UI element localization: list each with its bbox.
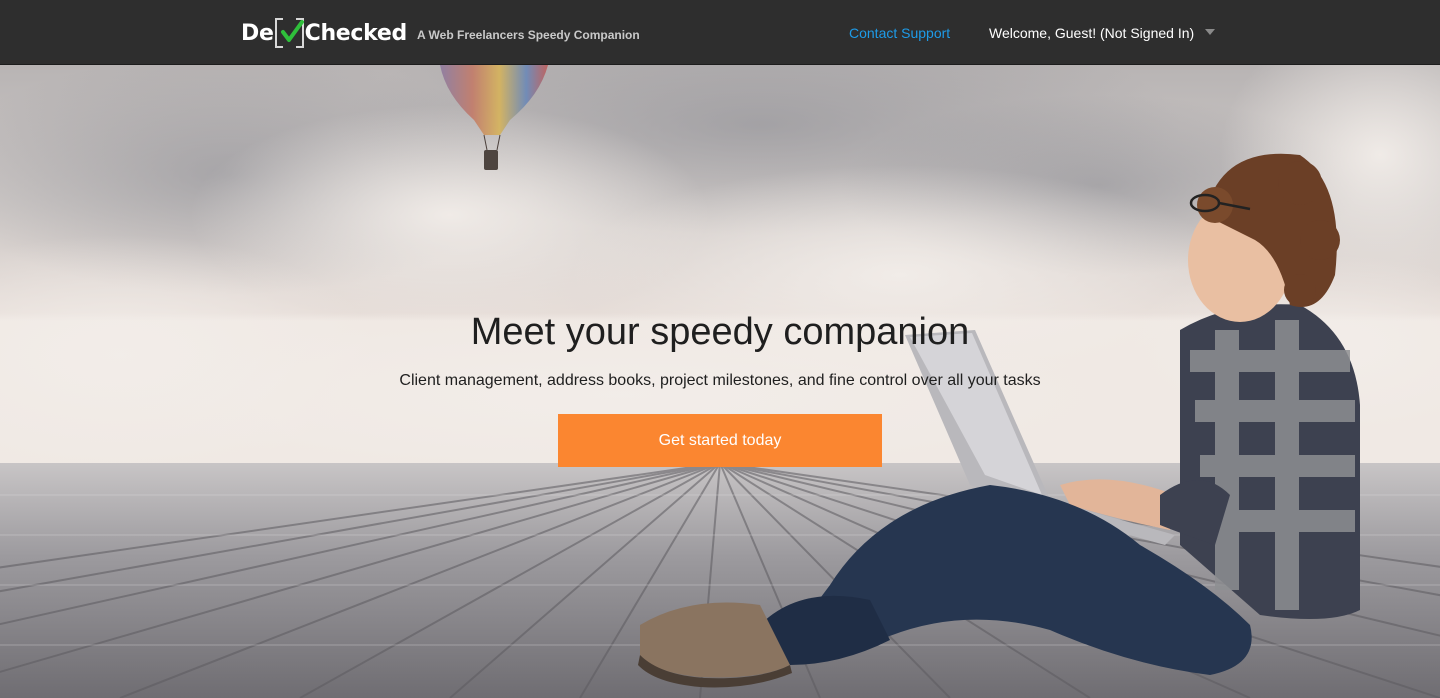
- contact-support-link[interactable]: Contact Support: [849, 0, 950, 65]
- checkmark-icon: [280, 20, 304, 42]
- user-menu-label: Welcome, Guest! (Not Signed In): [989, 24, 1195, 41]
- logo: De Checked: [241, 17, 407, 49]
- hero-title: Meet your speedy companion: [470, 311, 970, 353]
- user-menu-dropdown[interactable]: Welcome, Guest! (Not Signed In): [989, 0, 1216, 65]
- get-started-button[interactable]: Get started today: [558, 414, 882, 467]
- top-navbar: De Checked A Web Freelancers Speedy Comp…: [0, 0, 1440, 65]
- brand-logo-link[interactable]: De Checked A Web Freelancers Speedy Comp…: [241, 17, 640, 49]
- caret-down-icon: [1205, 28, 1216, 35]
- brand-tagline: A Web Freelancers Speedy Companion: [416, 28, 640, 42]
- logo-text-left: De: [241, 20, 274, 46]
- hero-section: Meet your speedy companion Client manage…: [0, 65, 1440, 698]
- hero-subtitle: Client management, address books, projec…: [399, 372, 1041, 389]
- logo-text-right: Checked: [304, 20, 408, 46]
- logo-check-box: [274, 18, 304, 48]
